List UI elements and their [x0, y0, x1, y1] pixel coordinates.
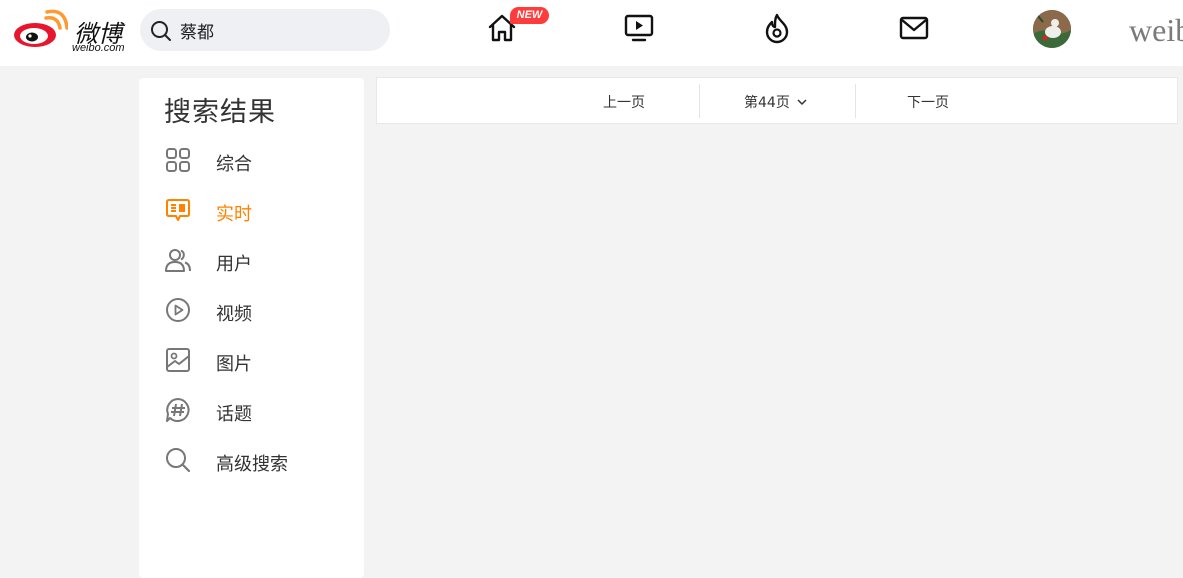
- sidebar-item-topics[interactable]: 话题: [139, 390, 364, 430]
- sidebar-item-label: 话题: [216, 404, 252, 425]
- brand-text: weib: [1129, 12, 1183, 48]
- pager-divider: [855, 84, 856, 118]
- search-icon[interactable]: [150, 20, 172, 42]
- user-avatar[interactable]: [1033, 10, 1071, 48]
- users-icon: [165, 249, 191, 272]
- realtime-icon: [166, 199, 190, 221]
- prev-page-button[interactable]: 上一页: [603, 92, 645, 112]
- search-icon: [166, 448, 191, 473]
- next-page-button[interactable]: 下一页: [907, 92, 949, 112]
- sidebar-item-label: 高级搜索: [216, 454, 288, 475]
- sidebar-item-video[interactable]: 视频: [139, 290, 364, 330]
- hot-icon[interactable]: [761, 12, 793, 44]
- chevron-down-icon: [797, 99, 807, 106]
- search-input[interactable]: [180, 17, 380, 43]
- new-badge: NEW: [510, 7, 549, 24]
- sidebar-item-realtime[interactable]: 实时: [139, 190, 364, 230]
- sidebar-item-comprehensive[interactable]: 综合: [139, 140, 364, 180]
- weibo-logo[interactable]: 微博 weibo.com: [12, 8, 125, 54]
- current-page-label: 第44页: [744, 95, 790, 111]
- video-icon[interactable]: [623, 12, 655, 44]
- weibo-eye-icon: [14, 9, 69, 47]
- image-icon: [166, 348, 190, 372]
- mail-icon[interactable]: [898, 12, 930, 44]
- page-select-dropdown[interactable]: 第44页: [744, 92, 807, 112]
- play-icon: [166, 298, 190, 322]
- sidebar-item-label: 视频: [216, 304, 252, 325]
- sidebar-item-label: 图片: [216, 354, 252, 375]
- sidebar-item-advanced-search[interactable]: 高级搜索: [139, 440, 364, 480]
- grid-icon: [166, 148, 190, 172]
- hashtag-icon: [166, 398, 190, 422]
- sidebar-item-label: 用户: [216, 254, 252, 275]
- pagination-bar: 上一页 第44页 下一页: [376, 77, 1178, 124]
- pager-divider: [699, 84, 700, 118]
- logo-domain: weibo.com: [72, 42, 125, 54]
- sidebar-title: 搜索结果: [164, 97, 276, 128]
- avatar-image: [1033, 10, 1071, 48]
- search-sidebar: 搜索结果 综合 实时 用户 视频 图片 话题 高级搜索: [139, 78, 364, 578]
- sidebar-item-users[interactable]: 用户: [139, 240, 364, 280]
- sidebar-item-images[interactable]: 图片: [139, 340, 364, 380]
- top-navigation-bar: 微博 weibo.com NEW: [0, 0, 1183, 66]
- sidebar-item-label: 实时: [216, 204, 252, 225]
- search-box[interactable]: [140, 9, 390, 51]
- sidebar-item-label: 综合: [216, 154, 252, 175]
